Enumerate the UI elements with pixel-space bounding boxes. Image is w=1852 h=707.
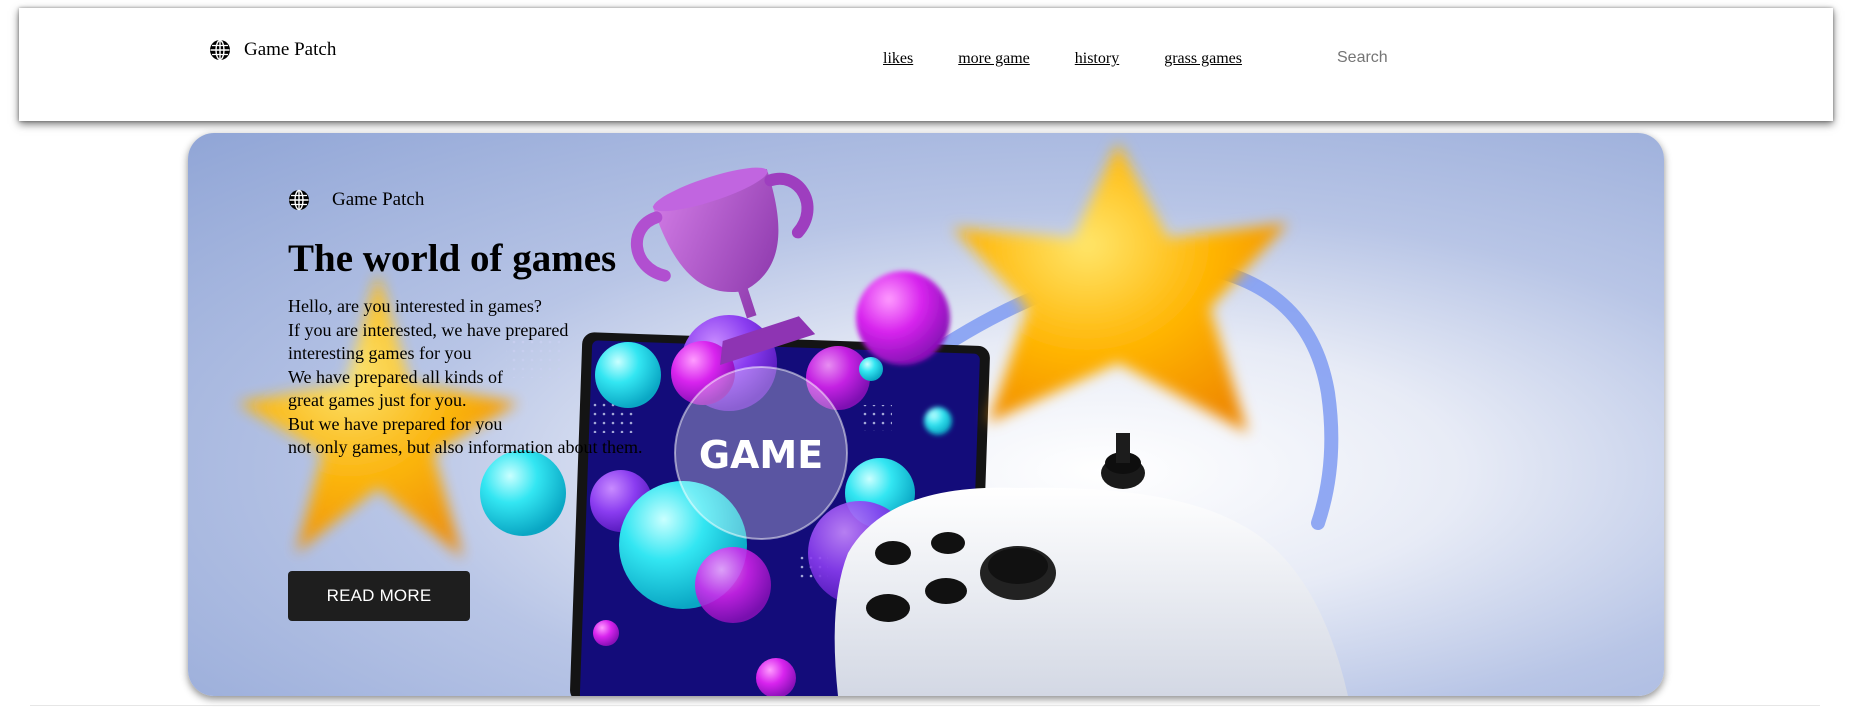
nav-link-grass-games[interactable]: grass games — [1164, 50, 1242, 68]
hero-line: If you are interested, we have prepared — [288, 319, 569, 340]
hero-line: interesting games for you — [288, 343, 472, 363]
nav-links: likes more game history grass games — [883, 50, 1287, 68]
hero-content: Game Patch The world of games Hello, are… — [288, 189, 642, 460]
ball — [856, 271, 950, 365]
globe-icon — [209, 39, 231, 61]
hero-line: Hello, are you interested in games? — [288, 296, 542, 316]
hero-line: not only games, but also information abo… — [288, 437, 643, 457]
brand-name: Game Patch — [244, 39, 337, 60]
image-text: GAME — [699, 433, 823, 477]
star-right — [953, 143, 1288, 433]
nav-link-history[interactable]: history — [1075, 50, 1119, 68]
ball — [480, 450, 566, 536]
hero-line: We have prepared all kinds of — [288, 366, 503, 387]
ball — [924, 407, 952, 435]
top-navbar: Game Patch likes more game history grass… — [19, 8, 1833, 121]
globe-icon — [288, 189, 310, 211]
divider — [30, 705, 1820, 706]
hero-line: But we have prepared for you — [288, 413, 503, 434]
hero-line: great games just for you. — [288, 390, 467, 410]
ball — [695, 547, 771, 623]
hero-title: The world of games — [288, 237, 617, 280]
search-input[interactable] — [1337, 46, 1467, 70]
brand[interactable]: Game Patch — [209, 39, 336, 61]
ball — [593, 620, 619, 646]
hero-brand: Game Patch — [288, 189, 642, 211]
hero-description: Hello, are you interested in games? If y… — [288, 295, 642, 460]
hero-banner: GAME Game Patch The world of games Hello… — [188, 133, 1664, 696]
nav-link-likes[interactable]: likes — [883, 50, 913, 68]
read-more-button[interactable]: READ MORE — [288, 571, 470, 621]
dot-grid — [860, 405, 892, 431]
ball — [859, 357, 883, 381]
hero-brand-name: Game Patch — [332, 189, 425, 210]
nav-link-more-game[interactable]: more game — [958, 50, 1030, 68]
